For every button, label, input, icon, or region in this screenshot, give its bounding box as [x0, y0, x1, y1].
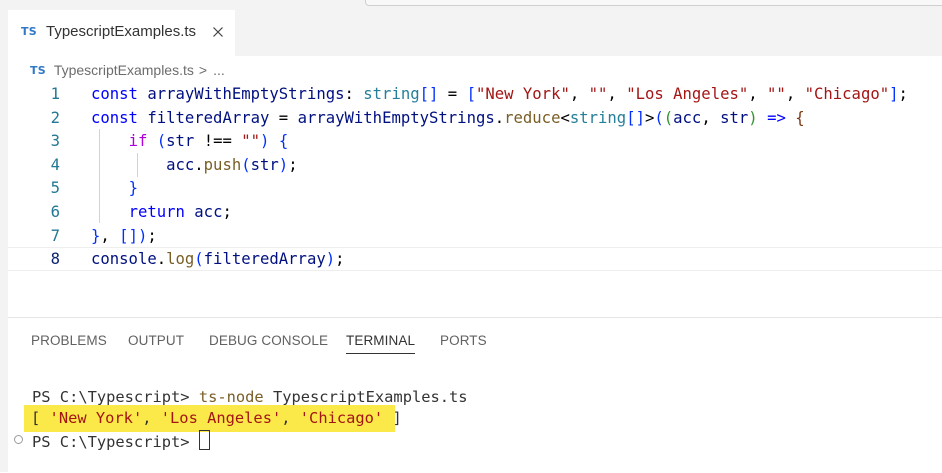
code-text: }, []); — [91, 226, 157, 245]
command-decoration-icon[interactable] — [14, 435, 23, 444]
code-text: return acc; — [128, 203, 232, 221]
editor-tab-bar: TS TypescriptExamples.ts — [8, 10, 942, 56]
code-line[interactable]: 8 console.log(filteredArray); — [8, 247, 942, 272]
tab-output[interactable]: OUTPUT — [128, 333, 184, 348]
code-line[interactable]: 7 }, []); — [8, 224, 942, 248]
terminal-argument: TypescriptExamples.ts — [272, 388, 468, 406]
indent-guide — [137, 153, 138, 177]
terminal-prompt: PS C:\Typescript> — [32, 388, 190, 406]
tab-problems[interactable]: PROBLEMS — [31, 333, 107, 348]
line-number: 6 — [50, 203, 60, 221]
terminal-cursor — [198, 430, 210, 450]
tab-ports[interactable]: PORTS — [440, 333, 487, 348]
terminal-command: ts-node — [198, 388, 264, 406]
line-number: 3 — [50, 132, 60, 151]
indent-guide — [99, 129, 100, 223]
line-number: 5 — [50, 179, 60, 198]
output-string: 'Chicago' — [299, 409, 384, 427]
code-line[interactable]: 3 if (str !== "") { — [8, 129, 942, 153]
code-text: const filteredArray = arrayWithEmptyStri… — [91, 108, 805, 127]
code-text: if (str !== "") { — [128, 132, 289, 151]
line-number: 8 — [50, 250, 60, 269]
tab-typescript-examples[interactable]: TS TypescriptExamples.ts — [8, 10, 235, 56]
output-comma: , — [142, 409, 161, 427]
tab-terminal[interactable]: TERMINAL — [346, 333, 416, 354]
terminal-active-line[interactable]: PS C:\Typescript> — [32, 430, 210, 452]
code-line[interactable]: 4 acc.push(str); — [8, 153, 942, 177]
output-bracket-close: ] — [383, 409, 402, 427]
line-number: 4 — [50, 155, 60, 174]
terminal-prompt: PS C:\Typescript> — [32, 433, 190, 451]
output-bracket-open: [ — [31, 409, 50, 427]
code-line[interactable]: 2 const filteredArray = arrayWithEmptyStr… — [8, 106, 942, 130]
line-number: 2 — [50, 108, 60, 127]
tab-label: TypescriptExamples.ts — [46, 23, 197, 40]
code-text: acc.push(str); — [166, 155, 298, 174]
top-strip — [0, 0, 942, 10]
code-text: console.log(filteredArray); — [91, 250, 345, 269]
horizontal-scrollbar[interactable] — [365, 0, 942, 6]
terminal-output: [ 'New York', 'Los Angeles', 'Chicago' ] — [31, 407, 402, 429]
tab-debug-console[interactable]: DEBUG CONSOLE — [209, 333, 328, 348]
breadcrumb-file[interactable]: TypescriptExamples.ts — [54, 62, 194, 78]
typescript-file-icon: TS — [30, 63, 46, 77]
output-comma: , — [281, 409, 300, 427]
output-string: 'New York' — [49, 409, 143, 427]
code-line[interactable]: 6 return acc; — [8, 200, 942, 224]
breadcrumb: TS TypescriptExamples.ts > ... — [30, 60, 225, 80]
line-number: 7 — [50, 226, 60, 245]
code-editor[interactable]: 1 const arrayWithEmptyStrings: string[] =… — [8, 82, 942, 312]
typescript-file-icon: TS — [21, 25, 37, 38]
line-number: 1 — [50, 85, 60, 103]
code-line[interactable]: 5 } — [8, 176, 942, 200]
code-line[interactable]: 1 const arrayWithEmptyStrings: string[] =… — [8, 82, 942, 106]
breadcrumb-symbols[interactable]: ... — [213, 62, 225, 78]
left-edge — [0, 10, 8, 472]
output-highlight: [ 'New York', 'Los Angeles', 'Chicago' ] — [24, 405, 402, 432]
code-text: const arrayWithEmptyStrings: string[] = … — [91, 85, 908, 103]
output-string: 'Los Angeles' — [160, 409, 282, 427]
close-icon[interactable] — [210, 24, 226, 40]
breadcrumb-separator: > — [198, 62, 208, 78]
